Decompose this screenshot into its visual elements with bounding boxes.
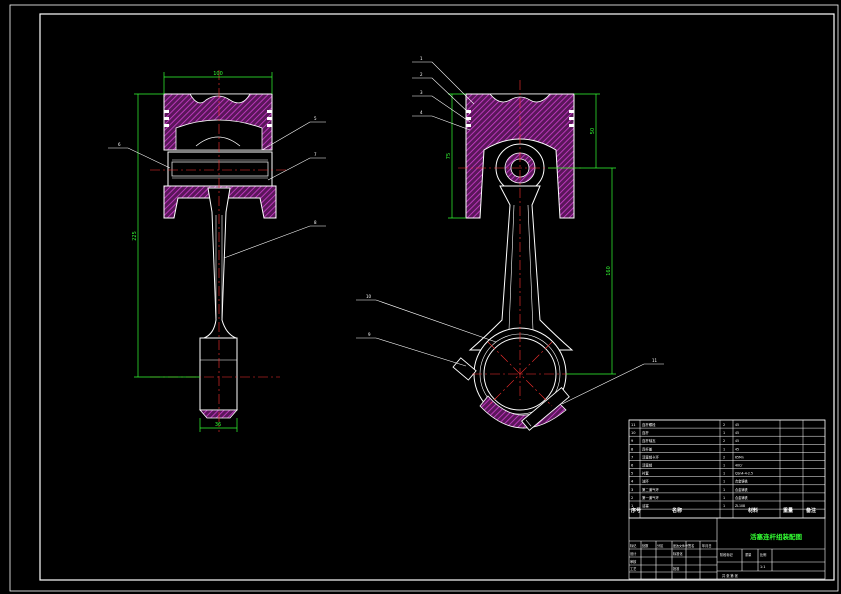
- bom-cell-material: 65Mn: [735, 455, 744, 459]
- svg-text:标记: 标记: [630, 543, 637, 548]
- bom-cell-qty: 2: [723, 423, 725, 427]
- balloon-left-8: 8: [314, 220, 317, 225]
- svg-text:更改文件号: 更改文件号: [673, 543, 688, 548]
- svg-text:签名: 签名: [688, 543, 694, 548]
- balloon-right-11: 11: [652, 358, 658, 363]
- outer-frame: [9, 4, 839, 592]
- bom-cell-no: 3: [631, 488, 633, 492]
- balloon-left-6: 6: [118, 142, 121, 147]
- connecting-rod-shank: [203, 187, 237, 351]
- bom-cell-material: ZL108: [735, 504, 745, 508]
- svg-text:共 张 第 张: 共 张 第 张: [722, 573, 739, 578]
- svg-text:比例: 比例: [760, 552, 766, 557]
- bom-cell-material: 45: [735, 423, 739, 427]
- bom-cell-name: 活塞: [642, 503, 649, 508]
- bom-header-material: 材料: [748, 507, 758, 514]
- bom-cell-no: 7: [631, 455, 633, 459]
- balloon-right-9: 9: [368, 332, 371, 337]
- bom-cell-no: 4: [631, 480, 634, 484]
- bom-cell-material: 合金铸铁: [735, 487, 749, 492]
- inner-frame: [39, 13, 835, 581]
- bom-cell-qty: 1: [723, 496, 725, 500]
- side-view: 75 50 160 1 2 3 4 10 9 11: [356, 56, 664, 431]
- dim-left-total-height: 225: [132, 231, 138, 241]
- bom-cell-name: 连杆: [642, 430, 649, 435]
- svg-text:1:1: 1:1: [760, 565, 765, 569]
- bom-cell-name: 活塞销卡环: [642, 454, 660, 459]
- bom-cell-no: 11: [631, 423, 636, 427]
- bom-cell-no: 10: [631, 431, 636, 435]
- drawing-title: 活塞连杆组装配图: [750, 532, 803, 541]
- bom-cell-no: 5: [631, 472, 633, 476]
- bom-cell-name: 衬套: [642, 471, 649, 476]
- bom-cell-material: 45: [735, 447, 739, 451]
- svg-text:设计: 设计: [630, 551, 637, 556]
- dim-right-center-distance: 160: [606, 266, 612, 276]
- bom-cell-material: QSn4-4-2.5: [735, 472, 753, 476]
- bom-cell-no: 6: [631, 464, 634, 468]
- svg-text:分区: 分区: [657, 543, 664, 548]
- bom-cell-qty: 1: [723, 431, 725, 435]
- balloon-left-7: 7: [314, 152, 317, 157]
- rod-bolt-left: [452, 357, 477, 381]
- bom-cell-qty: 2: [723, 439, 725, 443]
- svg-text:审核: 审核: [630, 559, 637, 564]
- svg-text:阶段标记: 阶段标记: [720, 552, 734, 557]
- piston-pin: [167, 151, 273, 187]
- bom-cell-qty: 1: [723, 480, 725, 484]
- bom-cell-material: 45: [735, 439, 739, 443]
- big-end: [199, 337, 238, 411]
- bom-cell-material: 45: [735, 431, 739, 435]
- bom-header-mass: 重量: [783, 507, 793, 514]
- bom-cell-name: 连杆盖: [642, 446, 653, 451]
- title-block-labels: 标记 处数 分区 更改文件号 签名 年月日 设计 标准化 审核 工艺 批准 阶段…: [630, 543, 766, 578]
- bom-cell-name: 第一道气环: [642, 495, 660, 500]
- svg-text:年月日: 年月日: [702, 543, 712, 548]
- bom-cell-name: 油环: [642, 479, 649, 484]
- cad-drawing: 100 225 36 6 5 7 8 75 50 160 1 2 3 4 10 …: [9, 4, 839, 592]
- bom-cell-qty: 1: [723, 504, 725, 508]
- bill-of-materials: 11 连杆螺栓 2 4510 连杆 1 459 连杆轴瓦 2 458 连杆盖 1 457 活塞销卡环 2 65…: [628, 419, 826, 519]
- bom-cell-qty: 2: [723, 455, 725, 459]
- dim-left-bigend-width: 36: [215, 422, 221, 428]
- bom-cell-no: 2: [631, 496, 633, 500]
- svg-text:工艺: 工艺: [630, 566, 636, 571]
- bom-cell-material: 40Cr: [735, 464, 743, 468]
- bom-cell-name: 连杆轴瓦: [642, 438, 656, 443]
- bom-cell-name: 连杆螺栓: [642, 422, 656, 427]
- bom-cell-no: 8: [631, 447, 634, 451]
- bom-cell-name: 活塞销: [642, 463, 653, 468]
- svg-text:批准: 批准: [673, 566, 680, 571]
- bom-cell-name: 第二道气环: [642, 487, 660, 492]
- bom-header-name: 名称: [672, 507, 682, 514]
- balloon-left-5: 5: [314, 116, 317, 121]
- dim-left-piston-width: 100: [213, 71, 223, 77]
- svg-text:处数: 处数: [642, 543, 649, 548]
- balloon-right-10: 10: [366, 294, 372, 299]
- bom-cell-qty: 1: [723, 464, 725, 468]
- bom-header-note: 备注: [805, 507, 816, 514]
- title-block: [628, 517, 826, 580]
- bom-cell-qty: 1: [723, 472, 725, 476]
- bom-cell-material: 合金铸铁: [735, 479, 749, 484]
- balloon-right-4: 4: [420, 110, 423, 115]
- bom-cell-qty: 1: [723, 447, 725, 451]
- balloon-right-3: 3: [420, 90, 423, 95]
- dim-right-piston-height: 75: [446, 153, 452, 159]
- bom-cell-material: 合金铸铁: [735, 495, 749, 500]
- balloon-right-1: 1: [420, 56, 423, 61]
- connecting-rod-side: [468, 185, 574, 351]
- svg-text:重量: 重量: [745, 552, 752, 557]
- bom-cell-no: 9: [631, 439, 634, 443]
- balloon-right-2: 2: [420, 72, 423, 77]
- front-view: 100 225 36 6 5 7 8: [108, 70, 326, 432]
- bom-cell-qty: 1: [723, 488, 725, 492]
- svg-text:标准化: 标准化: [673, 551, 683, 556]
- dim-right-pin-offset: 50: [590, 128, 596, 134]
- bom-header-no: 序号: [630, 507, 641, 514]
